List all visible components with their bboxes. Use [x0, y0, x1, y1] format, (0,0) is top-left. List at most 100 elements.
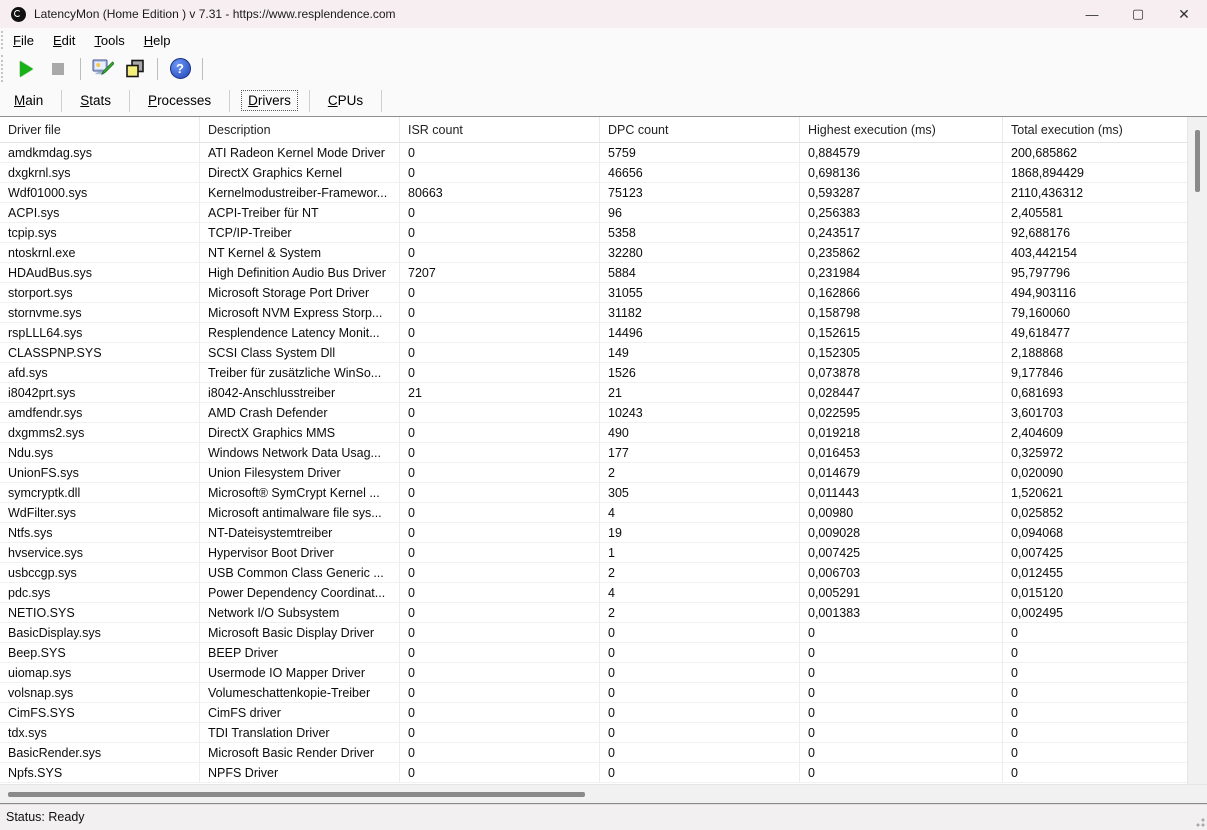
table-body: amdkmdag.sysATI Radeon Kernel Mode Drive… [0, 143, 1187, 783]
table-cell: 4 [600, 503, 800, 523]
table-row[interactable]: Ndu.sysWindows Network Data Usag...01770… [0, 443, 1187, 463]
table-row[interactable]: uiomap.sysUsermode IO Mapper Driver0000 [0, 663, 1187, 683]
tab-label: P [148, 93, 157, 108]
tab-cpus[interactable]: CPUs [310, 87, 381, 114]
help-button[interactable]: ? [167, 56, 193, 82]
table-cell: 0 [1003, 763, 1187, 783]
menu-label: H [144, 33, 153, 48]
table-row[interactable]: tdx.sysTDI Translation Driver0000 [0, 723, 1187, 743]
table-cell: 0 [600, 683, 800, 703]
table-row[interactable]: afd.sysTreiber für zusätzliche WinSo...0… [0, 363, 1187, 383]
table-cell: Wdf01000.sys [0, 183, 200, 203]
column-header-highest-execution[interactable]: Highest execution (ms) [800, 117, 1003, 143]
maximize-button[interactable]: ▢ [1115, 0, 1161, 28]
menu-label: dit [62, 33, 76, 48]
window-title: LatencyMon (Home Edition ) v 7.31 - http… [34, 7, 396, 21]
table-row[interactable]: Wdf01000.sysKernelmodustreiber-Framewor.… [0, 183, 1187, 203]
table-cell: amdkmdag.sys [0, 143, 200, 163]
table-cell: 0,235862 [800, 243, 1003, 263]
table-row[interactable]: BasicRender.sysMicrosoft Basic Render Dr… [0, 743, 1187, 763]
menubar: File Edit Tools Help [0, 28, 1207, 52]
table-cell: 0 [600, 623, 800, 643]
table-cell: 0,022595 [800, 403, 1003, 423]
tab-processes[interactable]: Processes [130, 87, 229, 114]
table-cell: Kernelmodustreiber-Framewor... [200, 183, 400, 203]
table-cell: 0 [600, 663, 800, 683]
table-row[interactable]: HDAudBus.sysHigh Definition Audio Bus Dr… [0, 263, 1187, 283]
table-row[interactable]: i8042prt.sysi8042-Anschlusstreiber21210,… [0, 383, 1187, 403]
table-row[interactable]: Npfs.SYSNPFS Driver0000 [0, 763, 1187, 783]
table-row[interactable]: WdFilter.sysMicrosoft antimalware file s… [0, 503, 1187, 523]
table-row[interactable]: NETIO.SYSNetwork I/O Subsystem020,001383… [0, 603, 1187, 623]
column-header-dpc-count[interactable]: DPC count [600, 117, 800, 143]
table-cell: afd.sys [0, 363, 200, 383]
run-button[interactable] [13, 56, 39, 82]
resize-grip-icon[interactable] [1193, 815, 1205, 827]
table-cell: 0,007425 [1003, 543, 1187, 563]
app-icon [11, 7, 26, 22]
table-cell: 0,593287 [800, 183, 1003, 203]
table-row[interactable]: CimFS.SYSCimFS driver0000 [0, 703, 1187, 723]
table-row[interactable]: symcryptk.dllMicrosoft® SymCrypt Kernel … [0, 483, 1187, 503]
table-cell: 0 [400, 683, 600, 703]
vertical-scrollbar[interactable] [1187, 117, 1207, 785]
tab-label: C [328, 93, 338, 108]
column-header-driver-file[interactable]: Driver file [0, 117, 200, 143]
tab-stats[interactable]: Stats [62, 87, 129, 114]
stop-button[interactable] [45, 56, 71, 82]
copy-icon [125, 59, 145, 79]
drivers-table: Driver file Description ISR count DPC co… [0, 117, 1187, 785]
table-row[interactable]: tcpip.sysTCP/IP-Treiber053580,24351792,6… [0, 223, 1187, 243]
table-row[interactable]: volsnap.sysVolumeschattenkopie-Treiber00… [0, 683, 1187, 703]
table-cell: 49,618477 [1003, 323, 1187, 343]
options-button[interactable] [90, 56, 116, 82]
table-row[interactable]: amdkmdag.sysATI Radeon Kernel Mode Drive… [0, 143, 1187, 163]
table-row[interactable]: dxgkrnl.sysDirectX Graphics Kernel046656… [0, 163, 1187, 183]
rebar-gripper[interactable] [1, 31, 3, 49]
horizontal-scrollbar[interactable] [0, 784, 1207, 803]
tab-label: ain [25, 93, 43, 108]
menu-item-tools[interactable]: Tools [86, 31, 132, 50]
table-cell: Network I/O Subsystem [200, 603, 400, 623]
column-header-isr-count[interactable]: ISR count [400, 117, 600, 143]
table-row[interactable]: UnionFS.sysUnion Filesystem Driver020,01… [0, 463, 1187, 483]
column-header-total-execution[interactable]: Total execution (ms) [1003, 117, 1187, 143]
table-cell: 0,094068 [1003, 523, 1187, 543]
copy-button[interactable] [122, 56, 148, 82]
table-cell: 0 [800, 643, 1003, 663]
table-cell: 0,016453 [800, 443, 1003, 463]
menu-item-file[interactable]: File [5, 31, 42, 50]
table-row[interactable]: ntoskrnl.exeNT Kernel & System0322800,23… [0, 243, 1187, 263]
table-cell: 0 [1003, 683, 1187, 703]
table-row[interactable]: amdfendr.sysAMD Crash Defender0102430,02… [0, 403, 1187, 423]
close-button[interactable]: ✕ [1161, 0, 1207, 28]
vertical-scrollbar-thumb[interactable] [1195, 130, 1200, 192]
table-row[interactable]: pdc.sysPower Dependency Coordinat...040,… [0, 583, 1187, 603]
tab-drivers[interactable]: Drivers [230, 87, 309, 114]
horizontal-scrollbar-thumb[interactable] [8, 792, 585, 797]
table-row[interactable]: BasicDisplay.sysMicrosoft Basic Display … [0, 623, 1187, 643]
table-row[interactable]: stornvme.sysMicrosoft NVM Express Storp.… [0, 303, 1187, 323]
table-cell: 14496 [600, 323, 800, 343]
table-row[interactable]: dxgmms2.sysDirectX Graphics MMS04900,019… [0, 423, 1187, 443]
table-row[interactable]: Ntfs.sysNT-Dateisystemtreiber0190,009028… [0, 523, 1187, 543]
tab-label: S [80, 93, 89, 108]
table-cell: AMD Crash Defender [200, 403, 400, 423]
table-row[interactable]: rspLLL64.sysResplendence Latency Monit..… [0, 323, 1187, 343]
table-row[interactable]: CLASSPNP.SYSSCSI Class System Dll01490,1… [0, 343, 1187, 363]
column-header-description[interactable]: Description [200, 117, 400, 143]
menu-item-edit[interactable]: Edit [45, 31, 83, 50]
table-cell: 1868,894429 [1003, 163, 1187, 183]
table-row[interactable]: hvservice.sysHypervisor Boot Driver010,0… [0, 543, 1187, 563]
table-cell: 0,002495 [1003, 603, 1187, 623]
table-row[interactable]: usbccgp.sysUSB Common Class Generic ...0… [0, 563, 1187, 583]
table-row[interactable]: Beep.SYSBEEP Driver0000 [0, 643, 1187, 663]
tab-main[interactable]: Main [0, 87, 61, 114]
menu-item-help[interactable]: Help [136, 31, 179, 50]
table-cell: uiomap.sys [0, 663, 200, 683]
minimize-button[interactable]: — [1069, 0, 1115, 28]
table-row[interactable]: storport.sysMicrosoft Storage Port Drive… [0, 283, 1187, 303]
rebar-gripper[interactable] [1, 55, 3, 82]
table-cell: 2,405581 [1003, 203, 1187, 223]
table-row[interactable]: ACPI.sysACPI-Treiber für NT0960,2563832,… [0, 203, 1187, 223]
